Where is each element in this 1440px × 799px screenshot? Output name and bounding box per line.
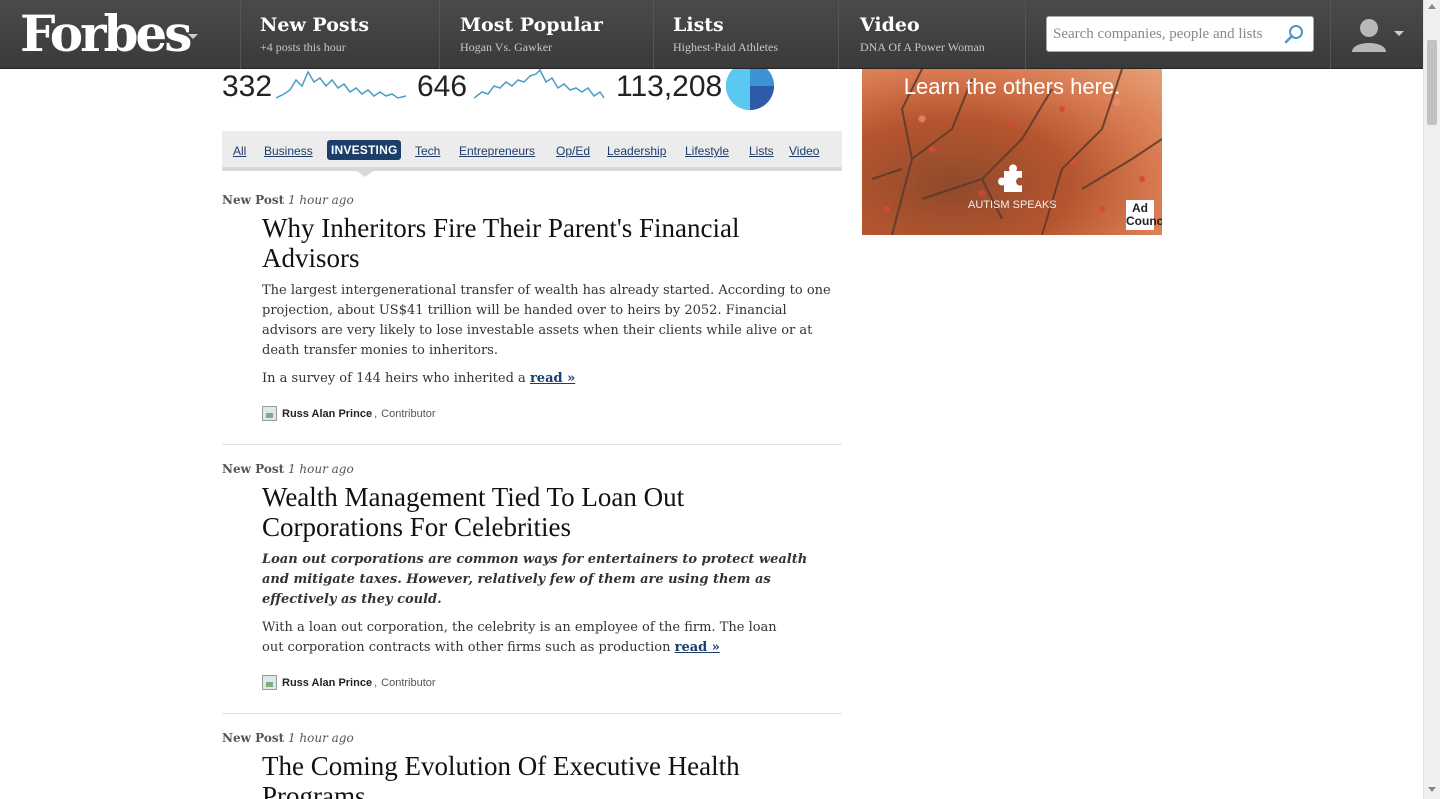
- nav-divider: [653, 0, 654, 69]
- nav-new-posts-subtitle[interactable]: +4 posts this hour: [260, 40, 369, 55]
- nav-new-posts-title[interactable]: New Posts: [260, 12, 369, 38]
- nav-video[interactable]: Video DNA Of A Power Woman: [860, 12, 985, 55]
- nav-divider: [1025, 0, 1026, 69]
- article-summary: Loan out corporations are common ways fo…: [262, 552, 808, 607]
- tab-entrepreneurs[interactable]: Entrepreneurs: [459, 144, 535, 158]
- tab-tech[interactable]: Tech: [415, 144, 440, 158]
- ad-brand-label: AUTISM SPEAKS: [968, 199, 1057, 211]
- author-thumbnail[interactable]: [262, 406, 277, 421]
- article-title[interactable]: Wealth Management Tied To Loan Out Corpo…: [262, 482, 822, 542]
- article-excerpt: With a loan out corporation, the celebri…: [262, 618, 802, 658]
- author-role: Contributor: [381, 407, 436, 420]
- tab-video[interactable]: Video: [789, 144, 819, 158]
- scroll-up-arrow-icon[interactable]: [1428, 4, 1436, 9]
- nav-video-title[interactable]: Video: [860, 12, 985, 38]
- read-more-link[interactable]: read »: [675, 640, 720, 655]
- nav-lists[interactable]: Lists Highest-Paid Athletes: [673, 12, 778, 55]
- category-tabs: All Business INVESTING Tech Entrepreneur…: [222, 131, 842, 171]
- article-title[interactable]: Why Inheritors Fire Their Parent's Finan…: [262, 213, 822, 273]
- tab-oped[interactable]: Op/Ed: [556, 144, 590, 158]
- chevron-down-icon[interactable]: [1394, 31, 1404, 36]
- scroll-thumb[interactable]: [1427, 40, 1437, 125]
- puzzle-piece-icon: [998, 164, 1022, 192]
- shares-pie-chart: [726, 62, 774, 110]
- post-time: 1 hour ago: [287, 731, 354, 745]
- nav-divider: [1330, 0, 1331, 69]
- stat-value-comments: 646: [417, 70, 468, 103]
- author-role: Contributor: [381, 676, 436, 689]
- nav-divider: [439, 0, 440, 69]
- nav-most-popular-title[interactable]: Most Popular: [460, 12, 603, 38]
- article-byline: Russ Alan Prince , Contributor: [262, 406, 436, 421]
- nav-video-subtitle[interactable]: DNA Of A Power Woman: [860, 40, 985, 55]
- article-divider: [222, 444, 842, 445]
- post-type: New Post: [222, 462, 285, 476]
- byline-separator: ,: [374, 407, 378, 420]
- post-time: 1 hour ago: [287, 462, 354, 476]
- nav-most-popular-subtitle[interactable]: Hogan Vs. Gawker: [460, 40, 603, 55]
- posts-sparkline: [276, 70, 407, 99]
- post-type: New Post: [222, 731, 285, 745]
- author-thumbnail[interactable]: [262, 675, 277, 690]
- ad-headline[interactable]: Learn the others here.: [862, 73, 1162, 100]
- article-excerpt: In a survey of 144 heirs who inherited a…: [262, 369, 844, 389]
- article-meta: New Post 1 hour ago: [222, 731, 354, 745]
- search-input[interactable]: [1047, 17, 1275, 51]
- tab-lists[interactable]: Lists: [749, 144, 774, 158]
- nav-divider: [240, 0, 241, 69]
- nav-divider: [838, 0, 839, 69]
- post-type: New Post: [222, 193, 285, 207]
- tab-investing[interactable]: INVESTING: [327, 140, 402, 160]
- ad-council-logo: Ad Council: [1126, 200, 1162, 230]
- search-box: [1046, 16, 1314, 52]
- top-nav-bar: Forbes New Posts +4 posts this hour Most…: [0, 0, 1423, 69]
- nav-lists-title[interactable]: Lists: [673, 12, 778, 38]
- nav-lists-subtitle[interactable]: Highest-Paid Athletes: [673, 40, 778, 55]
- article-divider: [222, 713, 842, 714]
- byline-separator: ,: [374, 676, 378, 689]
- article-meta: New Post 1 hour ago: [222, 193, 354, 207]
- nav-most-popular[interactable]: Most Popular Hogan Vs. Gawker: [460, 12, 603, 55]
- search-icon[interactable]: [1283, 23, 1305, 45]
- stat-value-posts: 332: [222, 70, 273, 103]
- excerpt-text: In a survey of 144 heirs who inherited a: [262, 371, 526, 386]
- comments-sparkline: [474, 68, 605, 99]
- ad-banner[interactable]: Learn the others here. AUTISM SPEAKS Ad …: [862, 69, 1162, 235]
- author-name[interactable]: Russ Alan Prince: [282, 677, 372, 689]
- article-title[interactable]: The Coming Evolution Of Executive Health…: [262, 751, 822, 799]
- page-scrollbar[interactable]: [1423, 0, 1440, 799]
- tab-business[interactable]: Business: [264, 144, 313, 158]
- user-avatar-icon[interactable]: [1350, 16, 1388, 52]
- forbes-logo[interactable]: Forbes: [20, 4, 192, 64]
- nav-new-posts[interactable]: New Posts +4 posts this hour: [260, 12, 369, 55]
- article-summary: The largest intergenerational transfer o…: [262, 283, 831, 358]
- article-meta: New Post 1 hour ago: [222, 462, 354, 476]
- tab-all[interactable]: All: [233, 144, 246, 158]
- tab-lifestyle[interactable]: Lifestyle: [685, 144, 729, 158]
- active-tab-pointer: [357, 171, 373, 177]
- author-name[interactable]: Russ Alan Prince: [282, 408, 372, 420]
- stat-value-shares: 113,208: [616, 70, 723, 103]
- read-more-link[interactable]: read »: [530, 371, 575, 386]
- article-byline: Russ Alan Prince , Contributor: [262, 675, 436, 690]
- chevron-down-icon[interactable]: [188, 34, 198, 39]
- post-time: 1 hour ago: [287, 193, 354, 207]
- scroll-down-arrow-icon[interactable]: [1428, 787, 1436, 792]
- tab-leadership[interactable]: Leadership: [607, 144, 666, 158]
